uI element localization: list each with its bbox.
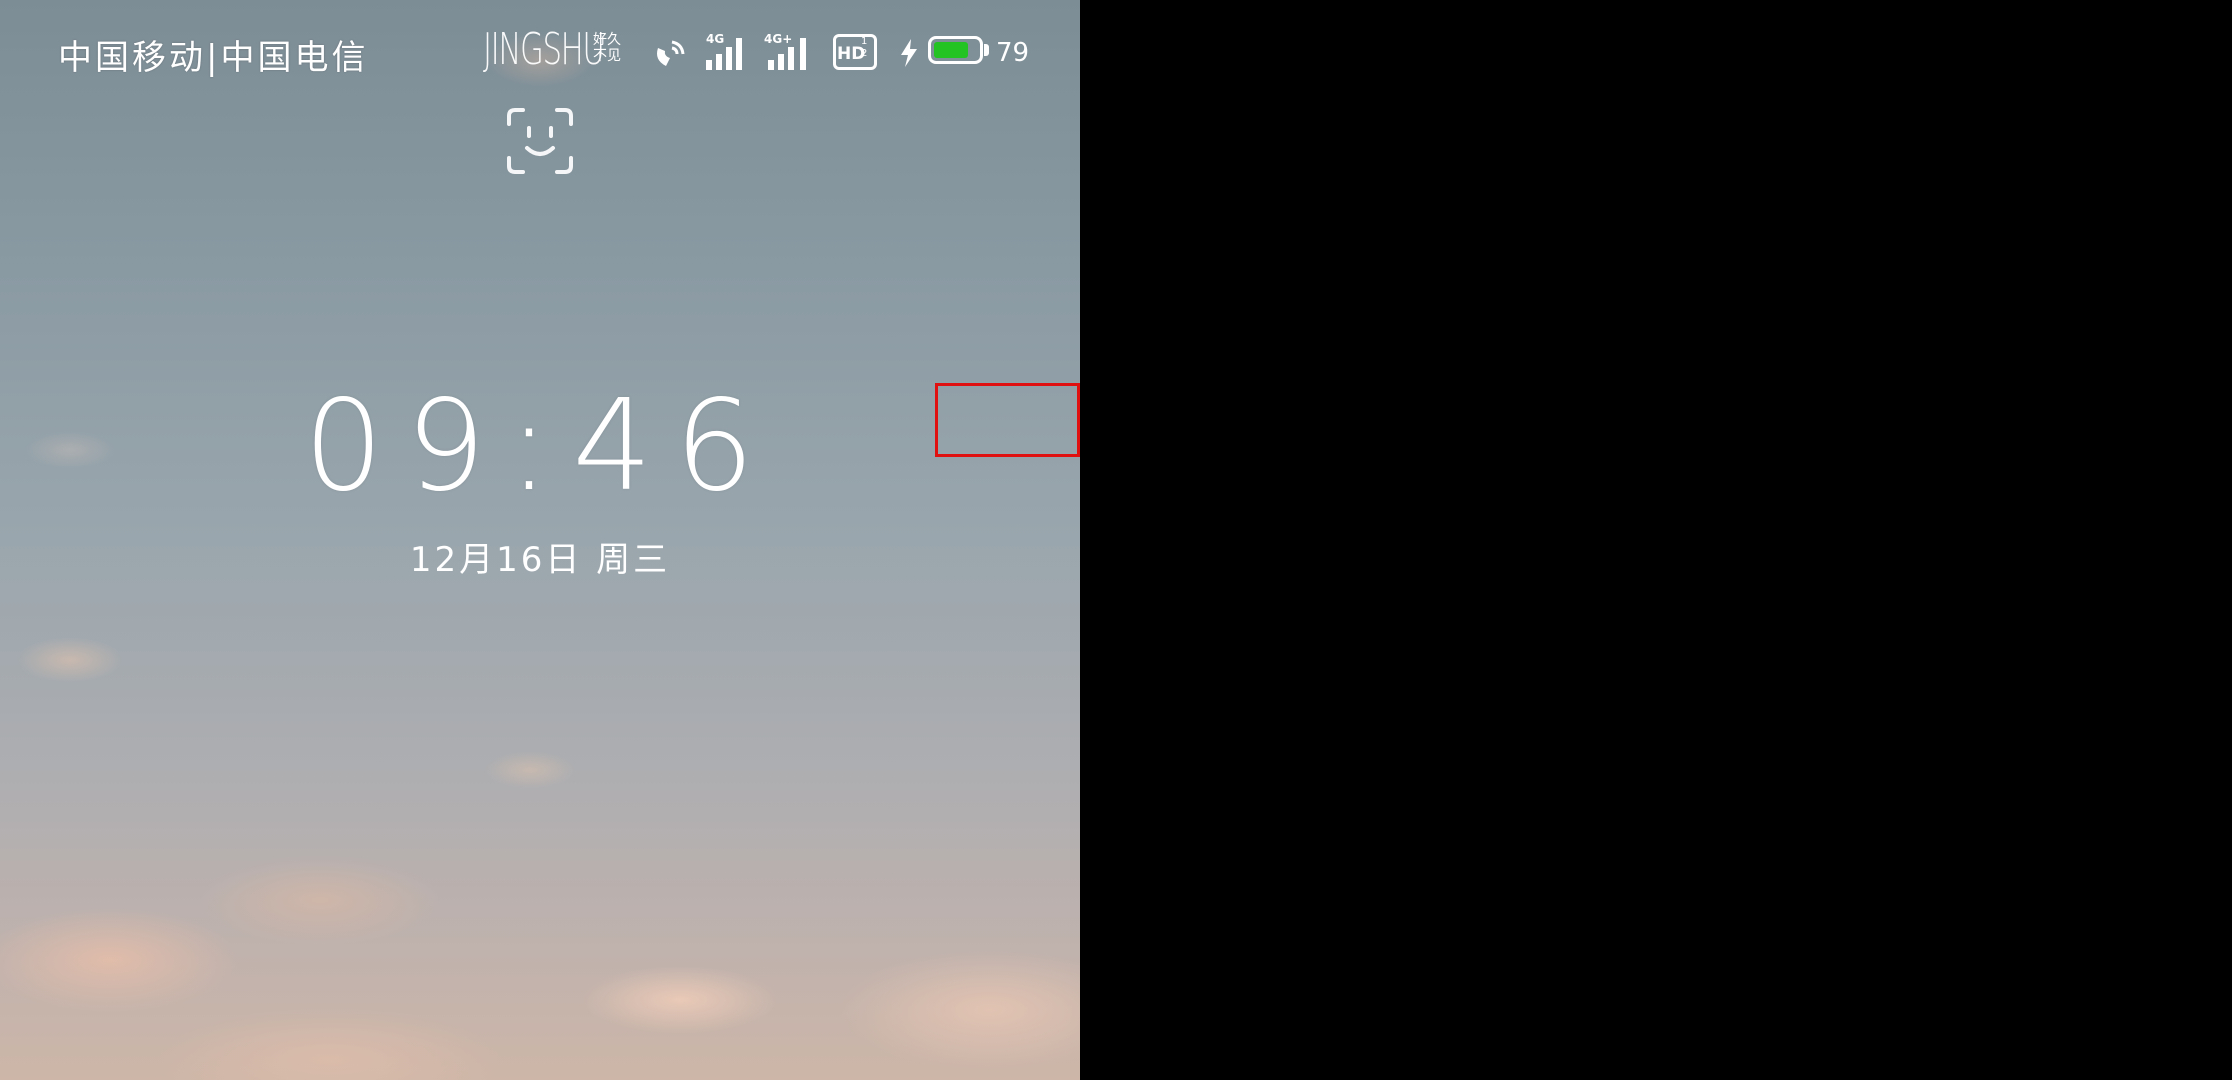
battery-percent: 79 [996,38,1030,68]
battery-level [934,42,968,58]
charging-icon [901,39,917,67]
wifi-calling-icon [657,40,685,66]
signal-icon: 4G+ [764,30,816,72]
battery-icon [928,36,983,64]
highlight-box [935,383,1080,457]
status-bar: 中国移动|中国电信 JINGSHU 好久不见 4G 4G+ HD 1 2 79 [0,0,1080,110]
lock-screen: 中国移动|中国电信 JINGSHU 好久不见 4G 4G+ HD 1 2 79 … [0,0,1080,1080]
carrier-label: 中国移动|中国电信 [58,38,369,78]
empty-black-area [1080,0,2232,1080]
battery-tip [984,44,989,56]
brand-logo: JINGSHU [483,24,605,75]
lockscreen-clock: 09:46 [303,372,777,519]
lockscreen-date: 12月16日 周三 [409,540,671,580]
hd-voice-icon: HD 1 2 [833,34,877,70]
hd-sim-label: 1 2 [861,36,868,59]
signal-icon: 4G [704,30,754,72]
signal-bars [706,38,742,70]
face-unlock-icon[interactable] [505,106,575,176]
brand-subtitle: 好久不见 [593,32,621,64]
signal-bars [768,38,806,70]
